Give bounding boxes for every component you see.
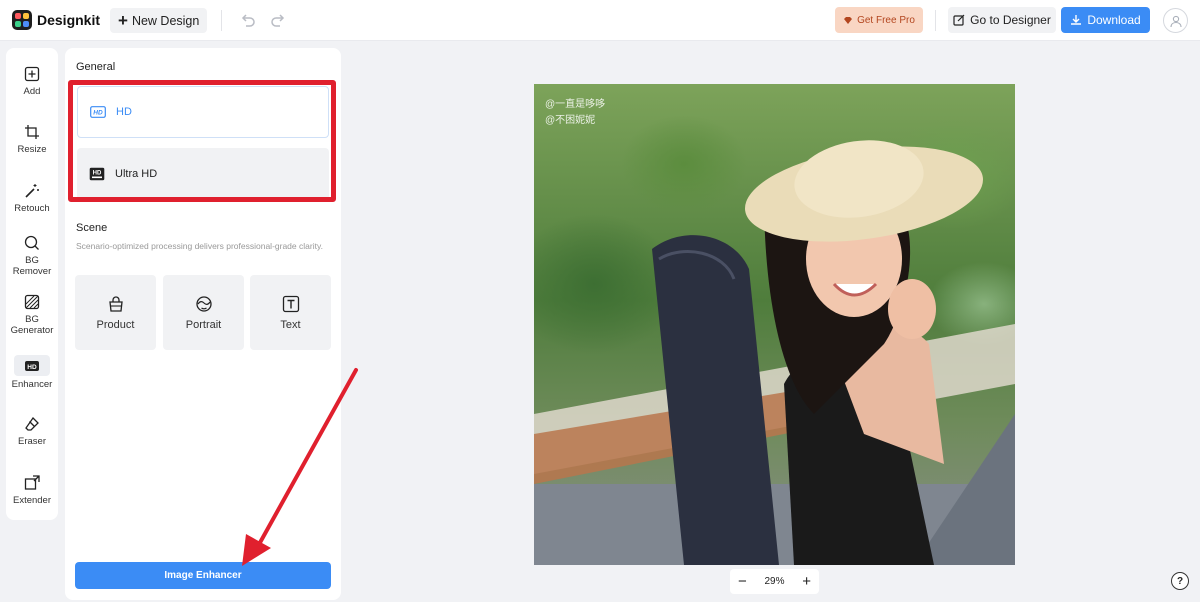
- scene-description: Scenario-optimized processing delivers p…: [76, 241, 323, 251]
- avatar[interactable]: [1163, 8, 1188, 33]
- extender-icon: [24, 475, 40, 490]
- general-title: General: [76, 61, 116, 73]
- new-design-label: New Design: [131, 13, 200, 28]
- logo[interactable]: Designkit: [12, 10, 100, 30]
- tool-rail: Add Resize Retouch BG Remover BG Generat…: [6, 48, 58, 520]
- download-label: Download: [1087, 13, 1141, 27]
- external-edit-icon: [953, 14, 965, 26]
- highlight-box: [68, 80, 336, 202]
- rail-item-bg-remover[interactable]: BG Remover: [6, 235, 58, 277]
- rail-item-eraser[interactable]: Eraser: [6, 416, 58, 447]
- download-icon: [1071, 15, 1082, 25]
- zoom-level: 29%: [764, 576, 785, 587]
- zoom-out-button[interactable]: −: [738, 574, 747, 589]
- rail-item-label: Enhancer: [11, 379, 53, 390]
- photo-illustration: [534, 140, 1015, 565]
- rail-item-retouch[interactable]: Retouch: [6, 183, 58, 214]
- rail-item-label: Retouch: [14, 203, 50, 214]
- new-design-button[interactable]: + New Design: [110, 8, 208, 33]
- go-to-designer-button[interactable]: Go to Designer: [948, 7, 1056, 33]
- bg-remover-icon: [24, 235, 39, 250]
- scene-product[interactable]: Product: [75, 275, 156, 350]
- user-icon: [1169, 15, 1182, 27]
- rail-item-label: Resize: [17, 144, 47, 155]
- zoom-in-button[interactable]: +: [802, 574, 811, 589]
- scene-label: Portrait: [185, 318, 222, 331]
- download-button[interactable]: Download: [1061, 7, 1150, 33]
- bag-icon: [108, 295, 123, 312]
- bg-generator-icon: [24, 294, 40, 310]
- magic-wand-icon: [25, 184, 39, 198]
- app-name: Designkit: [37, 12, 101, 28]
- help-icon[interactable]: ?: [1171, 572, 1189, 590]
- get-pro-label: Get Free Pro: [857, 14, 915, 26]
- canvas-image[interactable]: @一直是哆哆 @不困妮妮: [534, 84, 1015, 565]
- rail-item-label: Add: [23, 86, 41, 97]
- text-icon: [282, 295, 299, 312]
- scene-title: Scene: [76, 222, 108, 234]
- face-icon: [195, 295, 212, 312]
- rail-item-enhancer[interactable]: HD Enhancer: [6, 355, 58, 390]
- crop-icon: [25, 125, 39, 139]
- scene-text[interactable]: Text: [250, 275, 331, 350]
- divider: [935, 10, 936, 31]
- enhancer-panel: General HD HD HD Ultra HD Scene Scenario…: [65, 48, 341, 600]
- rail-item-bg-generator[interactable]: BG Generator: [6, 294, 58, 336]
- get-free-pro-button[interactable]: Get Free Pro: [835, 7, 923, 33]
- rail-item-add[interactable]: Add: [6, 66, 58, 97]
- zoom-control: − 29% +: [730, 569, 819, 594]
- rail-item-extender[interactable]: Extender: [6, 475, 58, 506]
- scene-label: Product: [96, 318, 135, 331]
- watermark-text: @一直是哆哆: [545, 99, 606, 110]
- rail-item-label: Eraser: [18, 436, 46, 447]
- scene-portrait[interactable]: Portrait: [163, 275, 244, 350]
- rail-item-label: BG Generator: [10, 314, 54, 336]
- diamond-icon: [844, 16, 853, 24]
- top-bar: Designkit + New Design Get Free Pro Go t…: [0, 0, 1200, 41]
- redo-icon[interactable]: [270, 11, 288, 29]
- rail-item-resize[interactable]: Resize: [6, 124, 58, 155]
- plus-icon: +: [118, 11, 128, 30]
- rail-item-label: Extender: [12, 495, 52, 506]
- plus-square-icon: [24, 66, 40, 82]
- logo-icon: [12, 10, 32, 30]
- divider: [221, 10, 222, 31]
- scene-label: Text: [280, 318, 301, 331]
- image-enhancer-button[interactable]: Image Enhancer: [75, 562, 331, 589]
- undo-icon[interactable]: [238, 11, 256, 29]
- active-indicator: HD: [14, 355, 50, 376]
- watermark-text: @不困妮妮: [545, 115, 596, 126]
- eraser-icon: [25, 416, 39, 431]
- rail-item-label: BG Remover: [12, 255, 52, 277]
- hd-icon: HD: [25, 360, 39, 371]
- svg-text:HD: HD: [27, 364, 37, 371]
- go-designer-label: Go to Designer: [970, 13, 1051, 27]
